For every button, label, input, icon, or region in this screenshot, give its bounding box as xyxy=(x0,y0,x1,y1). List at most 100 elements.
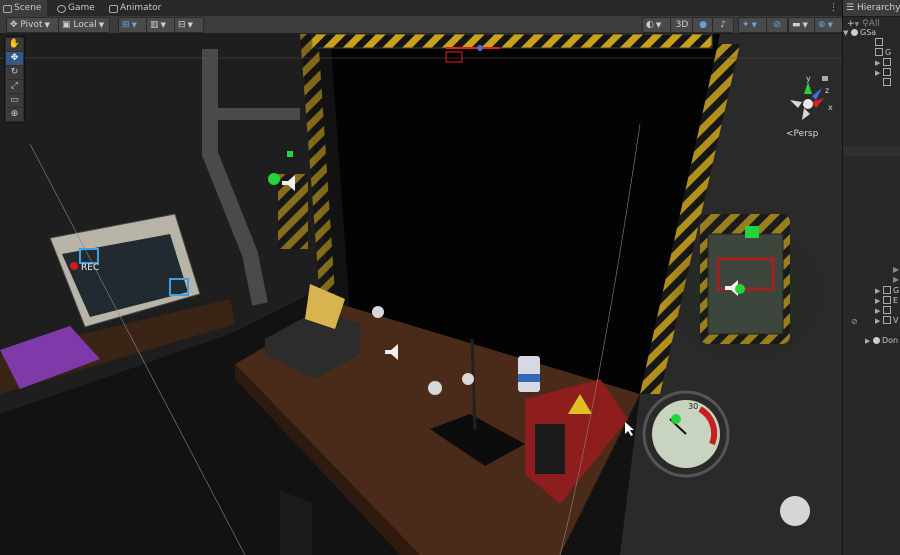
cube-icon xyxy=(883,78,891,86)
lock-icon[interactable] xyxy=(822,76,828,81)
cube-icon xyxy=(883,58,891,66)
hierarchy-row[interactable]: ▶ Don xyxy=(865,336,898,346)
hierarchy-row[interactable] xyxy=(875,38,885,48)
green-indicator-light xyxy=(745,226,759,238)
hierarchy-title: Hierarchy xyxy=(856,3,900,13)
local-dropdown[interactable]: ▣ Local ▼ xyxy=(58,17,110,33)
cube-icon xyxy=(883,286,891,294)
hierarchy-row[interactable]: ▶ xyxy=(875,58,893,68)
move-tool-icon[interactable]: ✥ xyxy=(6,52,23,65)
unity-scene-icon xyxy=(873,337,880,344)
persp-label-text: Persp xyxy=(793,129,819,139)
gizmo-x-label: x xyxy=(828,103,833,112)
hierarchy-panel: ☰ Hierarchy +▼ ⚲All ▼ GSa G ▶ ▶ ▶ ▶ ▶ G ▶ E … xyxy=(842,0,900,555)
eye-slash-icon: ⊘ xyxy=(773,20,781,30)
gauge-number: 30 xyxy=(688,402,698,411)
tab-scene[interactable]: Scene xyxy=(0,0,48,16)
rect-tool-icon[interactable]: ▭ xyxy=(6,94,23,107)
scene-render: REC 30 xyxy=(0,34,842,555)
rotate-tool-icon[interactable]: ↻ xyxy=(6,66,23,79)
chevron-down-icon: ▼ xyxy=(44,21,50,29)
crumpled-paper xyxy=(780,496,810,526)
pivot-icon: ✥ xyxy=(10,20,21,30)
cube-icon xyxy=(883,306,891,314)
camera-icon: ▬ xyxy=(792,20,801,30)
hand-tool-icon[interactable]: ✋ xyxy=(6,38,23,51)
lighting-toggle[interactable]: ● xyxy=(692,17,714,33)
perspective-label[interactable]: <Persp xyxy=(786,129,818,139)
rec-label: REC xyxy=(81,263,99,273)
hierarchy-expand-arrow[interactable]: ▶ xyxy=(893,265,899,275)
local-label: Local xyxy=(73,20,97,30)
scene-toolbar: ✥ Pivot ▼ ▣ Local ▼ ⊞ ▼ ▥ ▼ ⊟ ▼ ◐ ▼ 3D ● ♪ ✦ ▼ … xyxy=(0,16,844,34)
hierarchy-row[interactable]: ▶ xyxy=(875,306,893,316)
increment-snap-button[interactable]: ▥ ▼ xyxy=(146,17,176,33)
local-icon: ▣ xyxy=(62,20,74,30)
grid-snap-button[interactable]: ⊞ ▼ xyxy=(118,17,148,33)
hierarchy-row[interactable]: ▶ V xyxy=(875,316,898,326)
chevron-down-icon: ▼ xyxy=(854,21,860,28)
pivot-label: Pivot xyxy=(20,20,43,30)
audio-toggle[interactable]: ♪ xyxy=(712,17,734,33)
chevron-down-icon: ▼ xyxy=(160,21,166,29)
hierarchy-row[interactable]: ▶ xyxy=(875,68,893,78)
shaded-sphere-icon: ◐ xyxy=(646,20,654,30)
scale-tool-icon[interactable]: ⤢ xyxy=(6,80,23,93)
tab-menu-icon[interactable]: ⋮ xyxy=(829,0,838,16)
tab-game[interactable]: Game xyxy=(54,0,101,16)
effects-icon: ✦ xyxy=(742,20,750,30)
gizmo-z-label: z xyxy=(825,86,829,95)
cube-icon xyxy=(883,296,891,304)
cube-icon xyxy=(875,48,883,56)
gizmo-y-label: y xyxy=(806,74,811,83)
chevron-down-icon: ▼ xyxy=(131,21,137,29)
grid-snap-icon: ⊞ xyxy=(122,20,130,30)
small-green-light xyxy=(287,151,293,157)
light-gizmo-icon xyxy=(268,173,280,185)
record-dot xyxy=(70,262,78,270)
tab-scene-label: Scene xyxy=(14,3,42,13)
increment-snap-icon: ▥ xyxy=(150,20,159,30)
light-gizmo-icon xyxy=(735,284,745,294)
gizmos-dropdown[interactable]: ⊕ ▼ xyxy=(814,17,844,33)
crumpled-paper xyxy=(462,373,474,385)
tab-animator-label: Animator xyxy=(120,3,162,13)
crumpled-paper xyxy=(372,306,384,318)
hierarchy-row[interactable]: ▼ GSa xyxy=(843,28,876,38)
visibility-toggle-icon[interactable]: ⊘ xyxy=(851,317,858,327)
chevron-down-icon: ▼ xyxy=(655,21,662,29)
hidden-objects-toggle[interactable]: ⊘ xyxy=(766,17,788,33)
animator-icon xyxy=(109,5,118,13)
light-gizmo-icon xyxy=(671,414,681,424)
chevron-down-icon: ▼ xyxy=(827,21,833,29)
y-axis-cone[interactable] xyxy=(804,82,812,94)
cube-icon xyxy=(883,316,891,324)
effects-dropdown[interactable]: ✦ ▼ xyxy=(738,17,768,33)
chevron-down-icon: ▼ xyxy=(751,21,757,29)
z-axis-handle[interactable] xyxy=(477,45,483,51)
hierarchy-row[interactable] xyxy=(883,78,893,88)
align-button[interactable]: ⊟ ▼ xyxy=(174,17,204,33)
2d-3d-toggle[interactable]: 3D xyxy=(670,17,694,33)
gizmos-globe-icon: ⊕ xyxy=(818,20,826,30)
speaker-icon: ♪ xyxy=(720,20,726,30)
tab-animator[interactable]: Animator xyxy=(106,0,167,16)
top-hazard-beam xyxy=(311,34,713,49)
pivot-dropdown[interactable]: ✥ Pivot ▼ xyxy=(6,17,60,33)
draw-mode-button[interactable]: ◐ ▼ xyxy=(642,17,672,33)
unity-scene-icon xyxy=(851,29,858,36)
z-axis-cone[interactable] xyxy=(812,88,822,100)
hierarchy-list-icon: ☰ xyxy=(846,3,857,13)
crumpled-paper xyxy=(428,381,442,395)
scene-viewport[interactable]: REC 30 y z x <Persp xyxy=(0,34,842,555)
hierarchy-expand-arrow[interactable]: ▶ xyxy=(893,275,899,285)
x-axis-cone[interactable] xyxy=(812,98,824,108)
mode-2d3d-label: 3D xyxy=(675,20,689,30)
hierarchy-row[interactable]: ▶ G xyxy=(875,286,899,296)
hierarchy-row[interactable]: ▶ E xyxy=(875,296,898,306)
persp-chevron-icon: < xyxy=(786,129,794,139)
hierarchy-row[interactable]: G xyxy=(875,48,891,58)
transform-tool-icon[interactable]: ⊕ xyxy=(6,108,23,121)
hierarchy-header: ☰ Hierarchy xyxy=(843,0,900,17)
scene-grid-icon xyxy=(3,5,12,13)
